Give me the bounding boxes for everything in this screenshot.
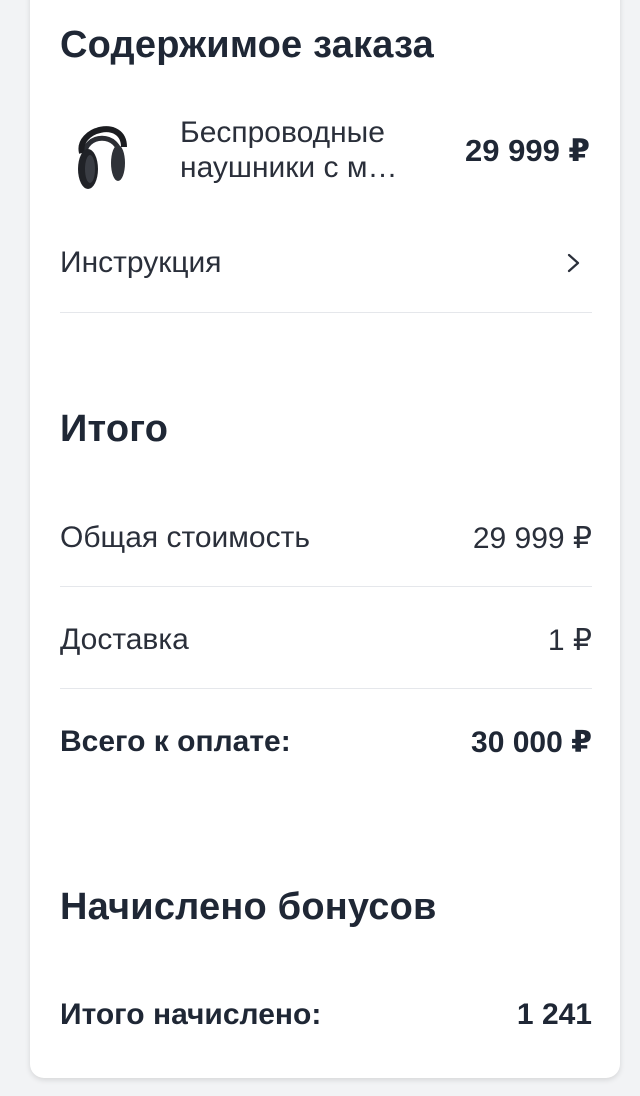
bonuses-title: Начислено бонусов: [60, 886, 437, 928]
instruction-link[interactable]: Инструкция: [60, 228, 592, 298]
amount-due-row: Всего к оплате: 30 000 ₽: [60, 707, 592, 777]
delivery-row: Доставка 1 ₽: [60, 605, 592, 675]
total-cost-label: Общая стоимость: [60, 521, 310, 554]
order-contents-title: Содержимое заказа: [60, 24, 434, 66]
summary-title: Итого: [60, 408, 169, 450]
order-details-card: Содержимое заказа Беспроводные наушники …: [30, 0, 620, 1078]
bonuses-total-label: Итого начислено:: [60, 998, 322, 1031]
product-name: Беспроводные наушники с м…: [180, 116, 398, 184]
product-price: 29 999 ₽: [465, 133, 590, 168]
divider: [60, 688, 592, 689]
chevron-right-icon: [567, 253, 580, 273]
divider: [60, 312, 592, 313]
bonuses-total-value: 1 241: [516, 998, 592, 1031]
amount-due-label: Всего к оплате:: [60, 725, 291, 758]
total-cost-value: 29 999 ₽: [472, 522, 592, 555]
product-item[interactable]: Беспроводные наушники с м… 29 999 ₽: [30, 115, 620, 200]
amount-due-value: 30 000 ₽: [471, 726, 592, 759]
total-cost-row: Общая стоимость 29 999 ₽: [60, 503, 592, 573]
delivery-value: 1 ₽: [547, 624, 592, 657]
headphones-icon: [78, 126, 127, 189]
bonuses-total-row: Итого начислено: 1 241: [60, 980, 592, 1050]
divider: [60, 586, 592, 587]
delivery-label: Доставка: [60, 623, 189, 656]
instruction-label: Инструкция: [60, 246, 222, 279]
